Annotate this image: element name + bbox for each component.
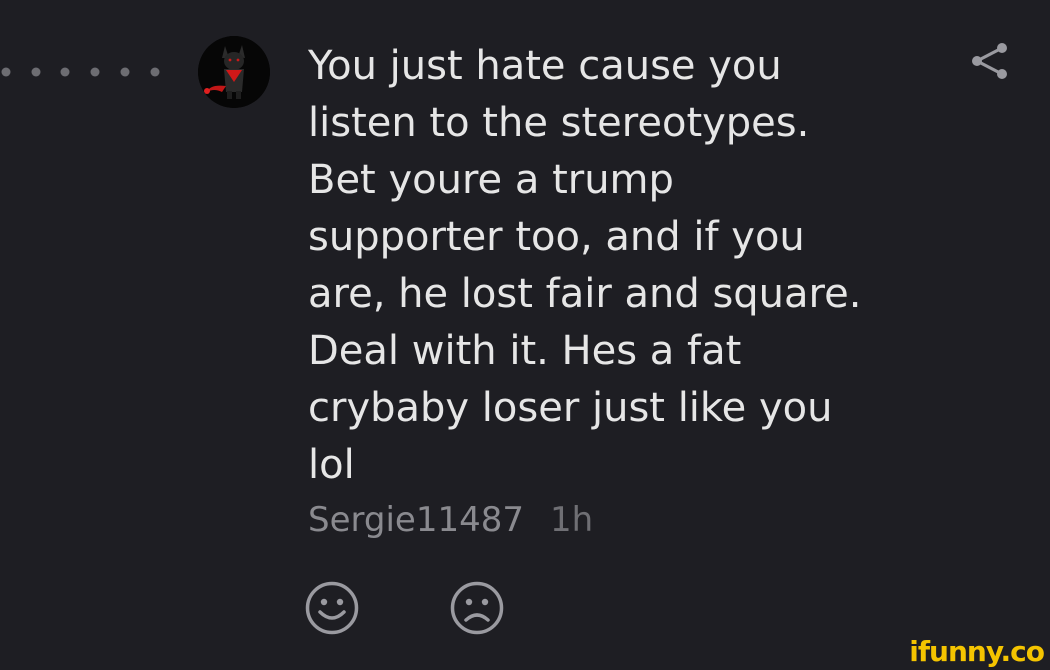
avatar-image: [198, 36, 270, 108]
comment-meta: Sergie11487 1h: [308, 498, 593, 542]
share-icon[interactable]: [968, 40, 1012, 82]
thread-dots-icon: [1, 67, 160, 77]
smile-reaction-icon[interactable]: [304, 580, 360, 636]
username[interactable]: Sergie11487: [308, 500, 524, 540]
ifunny-watermark: ifunny.co: [909, 635, 1045, 668]
avatar[interactable]: [198, 36, 270, 108]
comment-text: You just hate cause you listen to the st…: [308, 43, 862, 488]
frown-reaction-icon[interactable]: [449, 580, 505, 636]
timestamp: 1h: [550, 500, 594, 540]
